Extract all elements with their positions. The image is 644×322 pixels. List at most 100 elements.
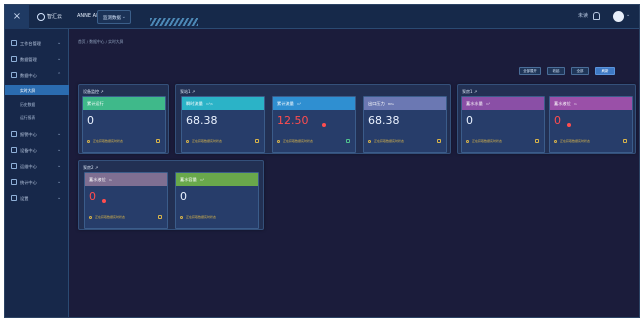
metric-card[interactable]: 蓄水液位 m 0 正在获取数据实时状态 — [549, 96, 633, 153]
card-label: 累计运行 — [87, 101, 104, 106]
sidebar-item-stats[interactable]: 统计中心 ⌄ — [5, 176, 69, 189]
chevron-down-icon: ⌄ — [121, 14, 126, 20]
info-icon — [368, 139, 371, 143]
all-button[interactable]: 全部 — [571, 67, 589, 75]
chevron-down-icon: ⌄ — [57, 147, 62, 153]
alert-dot-icon — [102, 199, 106, 203]
metric-card[interactable]: 出口压力 MPa 68.38 正在获取数据实时状态 — [363, 96, 447, 153]
settings-icon — [11, 195, 17, 201]
info-icon — [554, 139, 557, 143]
detail-icon[interactable] — [623, 139, 627, 143]
card-status: 正在获取数据实时状态 — [186, 139, 222, 143]
group-title[interactable]: 泵房1 ↗ — [462, 89, 477, 95]
sidebar-item-data-manage[interactable]: 数据管理 ⌄ — [5, 53, 69, 66]
sidebar-subitem-history[interactable]: 历史数据 — [5, 99, 69, 109]
card-unit: m — [573, 102, 577, 106]
device-icon — [11, 147, 17, 153]
metric-card[interactable]: 累计流量 m³ 12.50 正在获取数据实时状态 — [272, 96, 356, 153]
system-selector-label: 监测数据 — [103, 16, 121, 21]
sidebar-item-label: 数据管理 — [20, 57, 37, 62]
card-status-text: 正在获取数据实时状态 — [560, 139, 591, 143]
info-icon — [186, 139, 189, 143]
card-header: 蓄水水量 m³ — [462, 97, 544, 110]
brand-name: 智汇云 — [47, 14, 63, 20]
sidebar-subitem-realtime[interactable]: 实时大屏 — [5, 85, 69, 95]
detail-icon[interactable] — [535, 139, 539, 143]
info-icon — [87, 139, 90, 143]
close-x-icon[interactable]: × — [5, 5, 29, 29]
chevron-down-icon: ⌄ — [57, 163, 62, 169]
detail-icon[interactable] — [346, 139, 350, 143]
card-label: 瞬时流量 — [186, 101, 203, 106]
card-value: 0 — [466, 114, 473, 127]
card-header: 累计运行 — [83, 97, 165, 110]
bell-icon[interactable] — [593, 12, 600, 20]
refresh-button[interactable]: 刷新 — [595, 67, 615, 75]
unread-label[interactable]: 未读 — [578, 12, 588, 19]
sidebar-item-ops[interactable]: 运维中心 ⌄ — [5, 160, 69, 173]
group-pump-room-1: 泵房1 ↗ 蓄水水量 m³ 0 正在获取数据实时状态 蓄水液位 m 0 正在获取数据… — [457, 84, 636, 154]
card-status: 正在获取数据实时状态 — [368, 139, 404, 143]
card-status-text: 正在获取数据实时状态 — [95, 215, 126, 219]
toolbar: 全部展开 收起 全部 刷新 — [5, 67, 639, 75]
card-label: 蓄水液位 — [554, 101, 571, 106]
logo-icon — [37, 13, 45, 21]
card-status-text: 正在获取数据实时状态 — [186, 215, 217, 219]
alert-dot-icon — [322, 123, 326, 127]
card-status: 正在获取数据实时状态 — [87, 139, 123, 143]
card-label: 蓄水液位 — [89, 177, 106, 182]
tools-icon — [11, 163, 17, 169]
database-icon — [11, 56, 17, 62]
chevron-down-icon: ⌄ — [57, 195, 62, 201]
card-header: 出口压力 MPa — [364, 97, 446, 110]
metric-card[interactable]: 瞬时流量 m³/h 68.38 正在获取数据实时状态 — [181, 96, 265, 153]
card-status-text: 正在获取数据实时状态 — [192, 139, 223, 143]
detail-icon[interactable] — [156, 139, 160, 143]
metric-card[interactable]: 蓄水液位 m 0 正在获取数据实时状态 — [84, 172, 168, 229]
card-status: 正在获取数据实时状态 — [466, 139, 502, 143]
info-icon — [466, 139, 469, 143]
group-pump-station-1: 泵站1 ↗ 瞬时流量 m³/h 68.38 正在获取数据实时状态 累计流量 m³ 1… — [175, 84, 451, 154]
card-header: 累计流量 m³ — [273, 97, 355, 110]
group-title[interactable]: 设备监控 ↗ — [83, 89, 104, 95]
metric-card[interactable]: 蓄水容量 m³ 0 正在获取数据实时状态 — [175, 172, 259, 229]
metric-card[interactable]: 蓄水水量 m³ 0 正在获取数据实时状态 — [461, 96, 545, 153]
sidebar-subitem-label: 运行报表 — [20, 115, 36, 120]
metric-card[interactable]: 累计运行 0 正在获取数据实时状态 — [82, 96, 166, 153]
system-selector[interactable]: 监测数据 ⌄ — [97, 10, 131, 24]
chevron-down-icon: ⌄ — [57, 40, 62, 46]
card-unit: m³/h — [205, 102, 213, 106]
chevron-down-icon[interactable]: ⌄ — [626, 12, 630, 18]
card-unit: m³ — [296, 102, 301, 106]
sidebar-item-device[interactable]: 设备中心 ⌄ — [5, 144, 69, 157]
card-value: 0 — [87, 114, 94, 127]
card-value: 68.38 — [368, 114, 400, 127]
card-unit: m³ — [485, 102, 490, 106]
user-avatar-icon[interactable] — [613, 11, 624, 22]
sidebar-item-alarm[interactable]: 报警中心 ⌄ — [5, 128, 69, 141]
card-status-text: 正在获取数据实时状态 — [283, 139, 314, 143]
card-header: 蓄水液位 m — [550, 97, 632, 110]
alert-dot-icon — [567, 123, 571, 127]
sidebar-subitem-report[interactable]: 运行报表 — [5, 112, 69, 122]
alarm-icon — [11, 131, 17, 137]
collapse-button[interactable]: 收起 — [547, 67, 565, 75]
group-title[interactable]: 泵房2 ↗ — [83, 165, 98, 171]
dashboard-icon — [11, 40, 17, 46]
top-bar: × 智汇云 ANNE ANNE 监测数据 ⌄ 未读 ⌄ — [5, 5, 639, 29]
card-status-text: 正在获取数据实时状态 — [374, 139, 405, 143]
chevron-down-icon: ⌄ — [57, 131, 62, 137]
sidebar-subitem-label: 实时大屏 — [20, 88, 36, 93]
card-status: 正在获取数据实时状态 — [277, 139, 313, 143]
card-status: 正在获取数据实时状态 — [554, 139, 590, 143]
group-pump-room-2: 泵房2 ↗ 蓄水液位 m 0 正在获取数据实时状态 蓄水容量 m³ 0 正在获取数据… — [78, 160, 264, 230]
detail-icon[interactable] — [158, 215, 162, 219]
detail-icon[interactable] — [437, 139, 441, 143]
sidebar-item-settings[interactable]: 设置 ⌄ — [5, 192, 69, 205]
sidebar-item-label: 报警中心 — [20, 132, 37, 137]
expand-all-button[interactable]: 全部展开 — [519, 67, 541, 75]
sidebar-item-workbench[interactable]: 工作台管理 ⌄ — [5, 37, 69, 50]
detail-icon[interactable] — [255, 139, 259, 143]
card-label: 出口压力 — [368, 101, 385, 106]
group-title[interactable]: 泵站1 ↗ — [180, 89, 195, 95]
